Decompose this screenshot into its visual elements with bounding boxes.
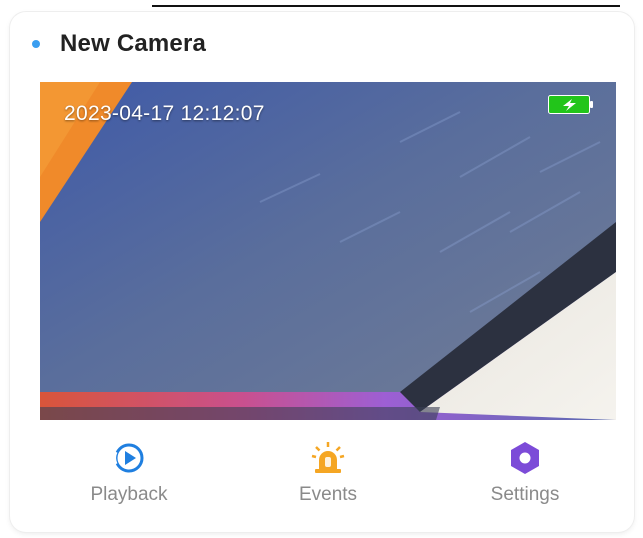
alarm-icon [311,442,345,473]
top-divider [152,5,620,7]
settings-button[interactable]: Settings [465,440,585,506]
camera-header: New Camera [32,30,206,58]
camera-name[interactable]: New Camera [60,30,206,58]
playback-label: Playback [90,484,168,505]
camera-action-bar: Playback Events Settings [40,440,616,520]
live-video-preview[interactable]: 2023-04-17 12:12:07 [40,82,616,420]
settings-icon [511,442,539,474]
online-status-dot [32,40,40,48]
events-label: Events [298,484,358,505]
settings-label: Settings [490,484,560,505]
playback-button[interactable]: Playback [69,440,189,506]
battery-charging-icon [548,95,593,114]
events-button[interactable]: Events [268,440,388,506]
video-frame-image [40,82,616,420]
video-timestamp: 2023-04-17 12:12:07 [64,102,265,125]
playback-icon [113,443,144,473]
